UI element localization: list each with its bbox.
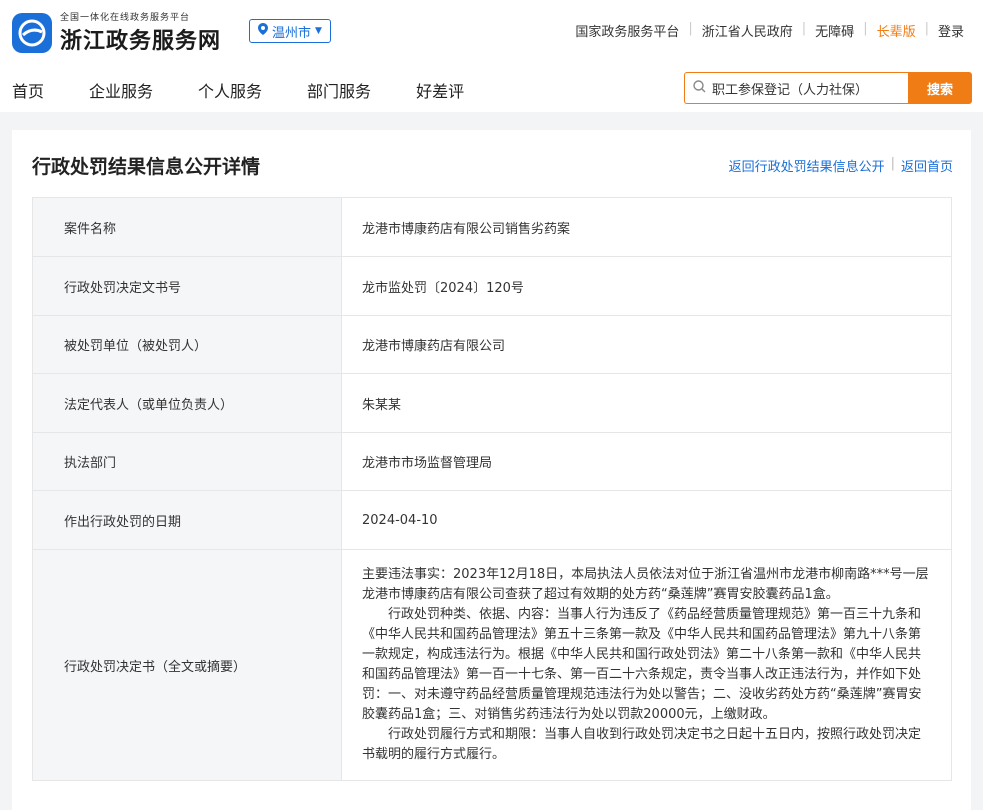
city-label: 温州市 <box>272 25 312 41</box>
logo-icon <box>12 12 52 53</box>
row-label: 被处罚单位（被处罚人） <box>32 315 342 374</box>
row-value: 龙港市市场监督管理局 <box>341 432 952 491</box>
nav-department[interactable]: 部门服务 <box>307 78 371 102</box>
decision-paragraph: 主要违法事实：2023年12月18日，本局执法人员依法对位于浙江省温州市龙港市柳… <box>362 567 929 602</box>
city-selector[interactable]: 温州市 ▼ <box>249 19 331 43</box>
table-row: 执法部门 龙港市市场监督管理局 <box>32 432 952 491</box>
caret-down-icon: ▼ <box>315 26 322 36</box>
table-row: 法定代表人（或单位负责人） 朱某某 <box>32 373 952 433</box>
row-value: 2024-04-10 <box>341 490 952 550</box>
nav-home[interactable]: 首页 <box>12 78 44 102</box>
row-label: 作出行政处罚的日期 <box>32 490 342 550</box>
row-value: 龙港市博康药店有限公司 <box>341 315 952 374</box>
decision-paragraph: 行政处罚种类、依据、内容：当事人行为违反了《药品经营质量管理规范》第一百三十九条… <box>362 607 922 722</box>
search-bar: 职工参保登记（人力社保） 搜索 <box>684 72 972 104</box>
login-link[interactable]: 登录 <box>929 21 973 40</box>
top-header: 全国一体化在线政务服务平台 浙江政务服务网 温州市 ▼ 国家政务服务平台 | 浙… <box>0 0 983 112</box>
row-label: 行政处罚决定文书号 <box>32 256 342 316</box>
page-title: 行政处罚结果信息公开详情 <box>32 156 261 178</box>
row-value: 朱某某 <box>341 373 952 433</box>
search-button[interactable]: 搜索 <box>908 72 972 104</box>
back-home-link[interactable]: 返回首页 <box>901 156 953 175</box>
row-value: 龙市监处罚〔2024〕120号 <box>341 256 952 316</box>
table-row: 案件名称 龙港市博康药店有限公司销售劣药案 <box>32 197 952 257</box>
row-label: 行政处罚决定书（全文或摘要） <box>32 549 342 781</box>
decision-paragraph: 行政处罚履行方式和期限：当事人自收到行政处罚决定书之日起十五日内，按照行政处罚决… <box>362 727 922 762</box>
link-accessibility[interactable]: 无障碍 <box>806 21 863 40</box>
link-national-platform[interactable]: 国家政务服务平台 <box>566 21 688 40</box>
nav-enterprise[interactable]: 企业服务 <box>89 78 153 102</box>
site-logo[interactable]: 全国一体化在线政务服务平台 浙江政务服务网 <box>12 10 221 55</box>
table-row: 行政处罚决定书（全文或摘要） 主要违法事实：2023年12月18日，本局执法人员… <box>32 549 952 781</box>
row-label: 执法部门 <box>32 432 342 491</box>
main-nav: 首页 企业服务 个人服务 部门服务 好差评 <box>12 78 509 102</box>
top-links: 国家政务服务平台 | 浙江省人民政府 | 无障碍 | 长辈版 | 登录 <box>566 21 973 40</box>
logo-title: 浙江政务服务网 <box>60 28 222 54</box>
penalty-info-table: 案件名称 龙港市博康药店有限公司销售劣药案 行政处罚决定文书号 龙市监处罚〔20… <box>32 197 952 781</box>
search-input[interactable]: 职工参保登记（人力社保） <box>684 72 908 104</box>
table-row: 被处罚单位（被处罚人） 龙港市博康药店有限公司 <box>32 315 952 374</box>
row-label: 法定代表人（或单位负责人） <box>32 373 342 433</box>
back-to-list-link[interactable]: 返回行政处罚结果信息公开 <box>729 156 885 175</box>
link-provincial-gov[interactable]: 浙江省人民政府 <box>693 21 802 40</box>
table-row: 行政处罚决定文书号 龙市监处罚〔2024〕120号 <box>32 256 952 316</box>
row-label: 案件名称 <box>32 197 342 257</box>
nav-personal[interactable]: 个人服务 <box>198 78 262 102</box>
logo-subtitle: 全国一体化在线政务服务平台 <box>60 13 191 23</box>
search-placeholder: 职工参保登记（人力社保） <box>712 82 869 98</box>
detail-card: 行政处罚结果信息公开详情 返回行政处罚结果信息公开 | 返回首页 案件名称 龙港… <box>12 130 971 810</box>
divider: | <box>890 156 895 171</box>
back-links: 返回行政处罚结果信息公开 | 返回首页 <box>729 156 953 175</box>
location-pin-icon <box>258 23 268 39</box>
search-icon <box>693 79 706 97</box>
link-elder-mode[interactable]: 长辈版 <box>868 21 925 40</box>
nav-rating[interactable]: 好差评 <box>416 78 464 102</box>
decision-text: 主要违法事实：2023年12月18日，本局执法人员依法对位于浙江省温州市龙港市柳… <box>341 549 952 781</box>
row-value: 龙港市博康药店有限公司销售劣药案 <box>341 197 952 257</box>
table-row: 作出行政处罚的日期 2024-04-10 <box>32 490 952 550</box>
